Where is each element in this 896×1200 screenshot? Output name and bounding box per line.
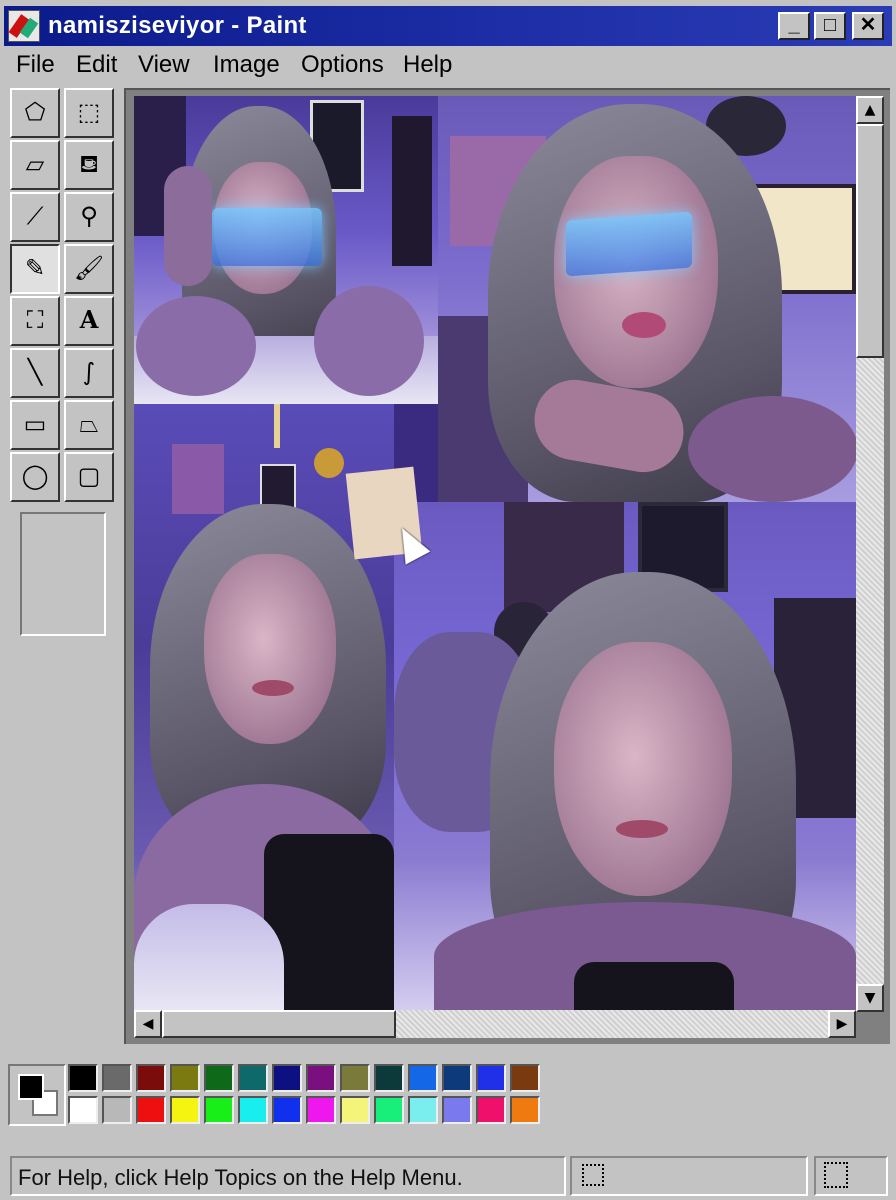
vertical-scrollbar[interactable]: ▲ ▼ (856, 96, 884, 1012)
color-palette (4, 1056, 892, 1136)
horizontal-scroll-thumb[interactable] (162, 1010, 396, 1038)
tool-options-panel[interactable] (20, 512, 106, 636)
color-swatch[interactable] (102, 1064, 132, 1092)
airbrush-tool-icon[interactable]: ⛶ (10, 296, 60, 346)
color-swatch[interactable] (272, 1096, 302, 1124)
scroll-down-button[interactable]: ▼ (856, 984, 884, 1012)
color-swatch[interactable] (204, 1064, 234, 1092)
color-swatch[interactable] (170, 1096, 200, 1124)
rounded-rectangle-tool-icon[interactable]: ▢ (64, 452, 114, 502)
pencil-tool-icon[interactable]: ✎ (10, 244, 60, 294)
color-swatch[interactable] (136, 1064, 166, 1092)
color-swatch[interactable] (476, 1064, 506, 1092)
color-swatch[interactable] (340, 1096, 370, 1124)
color-swatch[interactable] (68, 1096, 98, 1124)
color-swatch[interactable] (170, 1064, 200, 1092)
magnifier-tool-icon[interactable]: ⚲ (64, 192, 114, 242)
color-swatch[interactable] (306, 1064, 336, 1092)
rectangle-tool-icon[interactable]: ▭ (10, 400, 60, 450)
select-tool-icon[interactable]: ⬚ (64, 88, 114, 138)
color-swatch[interactable] (340, 1064, 370, 1092)
color-swatch[interactable] (102, 1096, 132, 1124)
canvas-frame: ▲ ▼ ◀ ▶ (124, 88, 890, 1044)
color-swatch[interactable] (306, 1096, 336, 1124)
color-swatch[interactable] (408, 1064, 438, 1092)
line-tool-icon[interactable]: ╲ (10, 348, 60, 398)
color-swatch[interactable] (238, 1064, 268, 1092)
vertical-scroll-thumb[interactable] (856, 124, 884, 358)
color-swatch[interactable] (68, 1064, 98, 1092)
menu-file[interactable]: File (16, 51, 55, 79)
color-swatch[interactable] (272, 1064, 302, 1092)
color-swatch[interactable] (238, 1096, 268, 1124)
minimize-button[interactable]: _ (778, 12, 810, 40)
color-swatch[interactable] (204, 1096, 234, 1124)
paint-window: namisziseviyor - Paint _ □ ✕ File Edit V… (0, 0, 896, 1200)
selection-size-icon (824, 1162, 848, 1188)
status-position-pane (570, 1156, 808, 1196)
polygon-tool-icon[interactable]: ⏢ (64, 400, 114, 450)
color-swatch[interactable] (476, 1096, 506, 1124)
horizontal-scrollbar[interactable]: ◀ ▶ (134, 1010, 856, 1038)
color-swatch[interactable] (510, 1064, 540, 1092)
close-button[interactable]: ✕ (852, 12, 884, 40)
text-tool-icon[interactable]: A (64, 296, 114, 346)
collage-photo (438, 96, 856, 502)
maximize-button[interactable]: □ (814, 12, 846, 40)
menu-options[interactable]: Options (301, 51, 384, 79)
collage-photo (134, 96, 438, 404)
color-swatch[interactable] (374, 1064, 404, 1092)
brush-tool-icon[interactable]: 🖌 (64, 244, 114, 294)
drawing-canvas[interactable] (134, 96, 856, 1010)
color-swatch[interactable] (374, 1096, 404, 1124)
free-select-tool-icon[interactable]: ⬠ (10, 88, 60, 138)
color-swatch[interactable] (136, 1096, 166, 1124)
menu-bar: File Edit View Image Options Help (4, 48, 892, 84)
menu-view[interactable]: View (138, 51, 190, 79)
scroll-right-button[interactable]: ▶ (828, 1010, 856, 1038)
status-help-text: For Help, click Help Topics on the Help … (10, 1156, 566, 1196)
current-colors[interactable] (8, 1064, 66, 1126)
color-swatch[interactable] (442, 1064, 472, 1092)
scroll-left-button[interactable]: ◀ (134, 1010, 162, 1038)
title-bar[interactable]: namisziseviyor - Paint _ □ ✕ (4, 6, 892, 46)
foreground-color-swatch[interactable] (18, 1074, 44, 1100)
color-swatch[interactable] (442, 1096, 472, 1124)
cursor-position-icon (582, 1164, 604, 1186)
status-bar: For Help, click Help Topics on the Help … (4, 1152, 892, 1198)
window-title: namisziseviyor - Paint (48, 12, 307, 39)
collage-photo (394, 502, 856, 1010)
menu-help[interactable]: Help (403, 51, 452, 79)
ellipse-tool-icon[interactable]: ◯ (10, 452, 60, 502)
eraser-tool-icon[interactable]: ▱ (10, 140, 60, 190)
color-picker-tool-icon[interactable]: ⟋ (10, 192, 60, 242)
fill-bucket-tool-icon[interactable]: ⛾ (64, 140, 114, 190)
menu-image[interactable]: Image (213, 51, 280, 79)
paint-app-icon[interactable] (8, 10, 40, 42)
curve-tool-icon[interactable]: ∫ (64, 348, 114, 398)
menu-edit[interactable]: Edit (76, 51, 117, 79)
color-swatch[interactable] (408, 1096, 438, 1124)
toolbox: ⬠ ⬚ ▱ ⛾ ⟋ ⚲ ✎ 🖌 ⛶ A ╲ ∫ ▭ ⏢ ◯ ▢ (8, 88, 120, 1040)
status-size-pane (814, 1156, 888, 1196)
color-swatch[interactable] (510, 1096, 540, 1124)
scroll-up-button[interactable]: ▲ (856, 96, 884, 124)
